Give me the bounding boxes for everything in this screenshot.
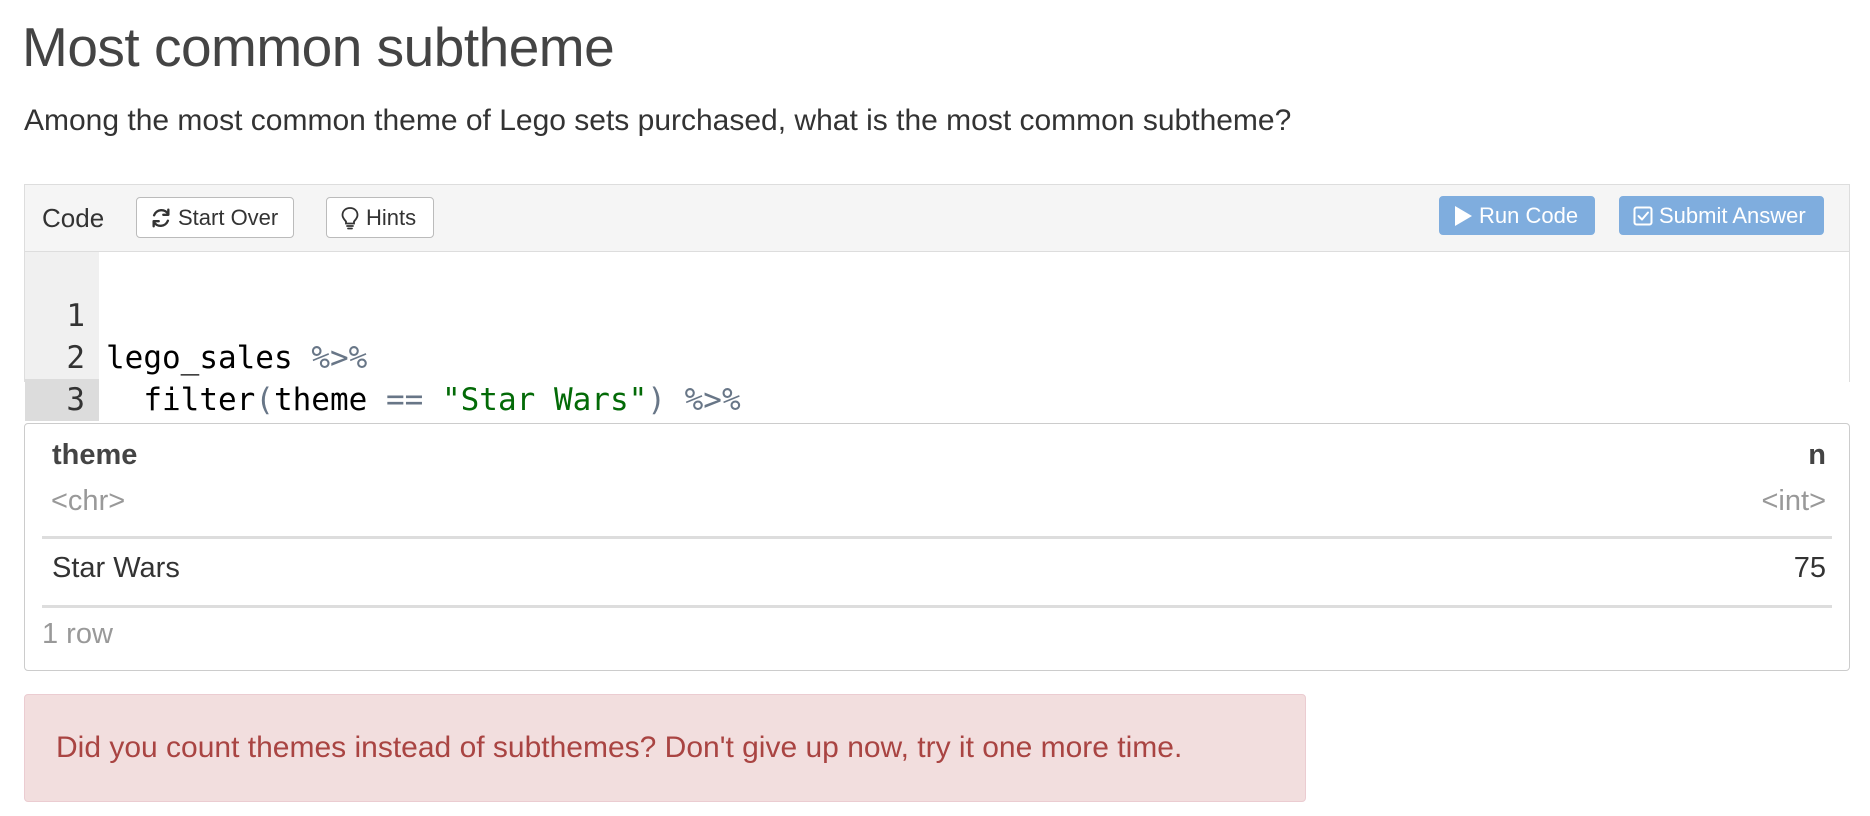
table-cell-theme: Star Wars	[52, 552, 180, 584]
submit-answer-button[interactable]: Submit Answer	[1619, 196, 1824, 235]
row-count: 1 row	[42, 618, 113, 650]
start-over-label: Start Over	[178, 204, 279, 230]
refresh-icon	[150, 207, 172, 229]
row-divider	[42, 605, 1832, 608]
column-header-theme: theme	[52, 439, 138, 471]
play-icon	[1453, 205, 1473, 227]
code-line-active[interactable]: 3 count(theme)	[25, 337, 1849, 461]
table-cell-n: 75	[1793, 552, 1826, 584]
line-number: 3	[25, 379, 99, 421]
column-type-theme: <chr>	[51, 485, 126, 517]
column-type-n: <int>	[1761, 485, 1827, 517]
lightbulb-icon	[340, 206, 360, 230]
exercise-label: Code	[42, 203, 105, 233]
feedback-message: Did you count themes instead of subtheme…	[56, 731, 1183, 764]
hints-label: Hints	[366, 204, 417, 230]
code-token: )	[647, 382, 666, 418]
code-line[interactable]: 1 lego_sales %>%	[25, 253, 1849, 376]
run-code-label: Run Code	[1479, 202, 1579, 228]
hints-button[interactable]: Hints	[326, 197, 434, 238]
code-token: %>%	[684, 382, 741, 418]
code-line[interactable]: 2 filter(theme == "Star Wars") %>%	[25, 295, 1849, 418]
code-text: filter(theme == "Star Wars") %>%	[106, 379, 741, 421]
exercise-toolbar: Code Start Over Hints Run Code Submit An…	[25, 185, 1849, 252]
submit-answer-label: Submit Answer	[1659, 202, 1806, 228]
checkbox-icon	[1633, 206, 1653, 226]
code-token: "Star Wars"	[441, 382, 648, 418]
exercise-question: Among the most common theme of Lego sets…	[24, 104, 1292, 137]
output-table: theme n <chr> <int> Star Wars 75 1 row	[24, 423, 1850, 671]
code-exercise-panel: Code Start Over Hints Run Code Submit An…	[24, 184, 1850, 461]
page-title: Most common subtheme	[22, 16, 615, 78]
code-token: ==	[385, 382, 424, 418]
code-editor[interactable]: 1 lego_sales %>% 2 filter(theme == "Star…	[25, 252, 1849, 461]
code-token: (	[255, 382, 274, 418]
feedback-alert: Did you count themes instead of subtheme…	[24, 694, 1306, 802]
tutorial-page: Most common subtheme Among the most comm…	[0, 0, 1870, 816]
run-code-button[interactable]: Run Code	[1439, 196, 1595, 235]
code-token: theme	[273, 382, 368, 418]
column-header-n: n	[1808, 439, 1826, 471]
header-divider	[42, 536, 1832, 539]
start-over-button[interactable]: Start Over	[136, 197, 294, 238]
